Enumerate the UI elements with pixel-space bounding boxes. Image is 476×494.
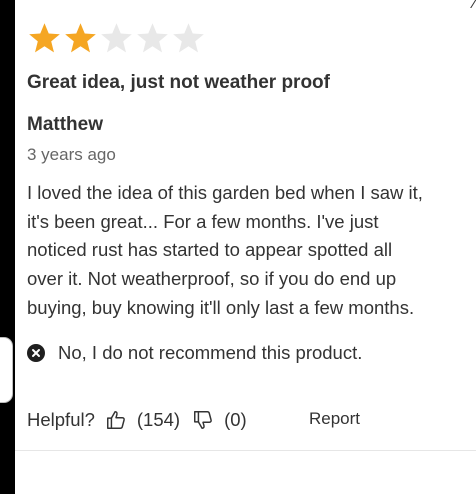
star-filled-icon <box>65 23 96 53</box>
review-body-line: it's been great... For a few months. I'v… <box>27 210 379 232</box>
helpful-label: Helpful? <box>27 409 95 430</box>
side-tab-handle[interactable] <box>0 337 13 403</box>
review-body-line: over it. Not weatherproof, so if you do … <box>27 268 397 290</box>
star-filled-icon <box>29 23 60 53</box>
star-empty-icon <box>173 23 204 53</box>
thumbs-up-icon[interactable] <box>105 409 127 431</box>
x-circle-icon <box>27 344 45 362</box>
review-date: 3 years ago <box>27 145 116 164</box>
recommendation-row: No, I do not recommend this product. <box>27 342 362 364</box>
star-empty-icon <box>137 23 168 53</box>
report-link[interactable]: Report <box>309 409 360 429</box>
review-title: Great idea, just not weather proof <box>27 72 330 93</box>
left-edge-bar <box>0 0 15 494</box>
recommendation-text: No, I do not recommend this product. <box>58 342 363 363</box>
divider <box>15 450 476 451</box>
upvote-count: (154) <box>136 409 181 430</box>
downvote-count: (0) <box>224 409 247 430</box>
star-rating <box>27 21 206 56</box>
star-empty-icon <box>101 23 132 53</box>
review-body-line: I loved the idea of this garden bed when… <box>27 182 423 203</box>
helpful-row: Helpful? (154) (0) <box>27 405 259 435</box>
thumbs-down-icon[interactable] <box>192 409 214 431</box>
review-body-line: noticed rust has started to appear spott… <box>27 239 393 261</box>
review-body-line: buying, buy knowing it'll only last a fe… <box>27 296 415 318</box>
review-author: Matthew <box>27 114 103 135</box>
review-body: I loved the idea of this garden bed when… <box>27 179 467 323</box>
